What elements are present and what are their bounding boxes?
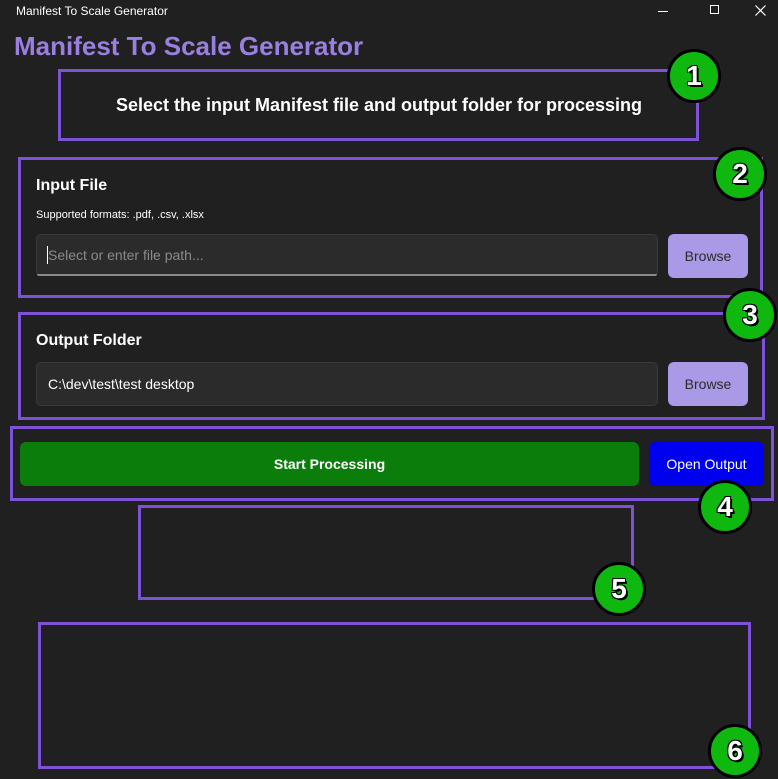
badge-2: 2 [713,147,767,201]
input-file-focus-underline [37,274,657,276]
badge-6: 6 [708,724,762,778]
open-output-button[interactable]: Open Output [649,442,764,486]
input-file-field[interactable] [36,234,658,276]
close-button[interactable] [738,0,778,22]
maximize-icon [710,5,719,14]
input-file-label: Input File [36,177,108,194]
output-folder-label: Output Folder [36,332,142,349]
instruction-text: Select the input Manifest file and outpu… [115,95,643,115]
output-folder-field[interactable] [36,362,658,406]
start-processing-button[interactable]: Start Processing [20,442,639,486]
supported-formats-text: Supported formats: .pdf, .csv, .xlsx [36,209,204,221]
badge-1: 1 [667,49,721,103]
badge-4: 4 [698,480,752,534]
app-window: Manifest To Scale Generator Manifest To … [0,0,778,779]
badge-5: 5 [592,562,646,616]
annotation-box-5 [138,505,634,600]
browse-output-button[interactable]: Browse [668,362,748,406]
minimize-button[interactable] [640,0,686,22]
browse-input-button[interactable]: Browse [668,234,748,278]
maximize-button[interactable] [692,0,738,22]
annotation-box-6 [38,622,751,769]
minimize-icon [658,11,668,12]
badge-3: 3 [723,288,777,342]
app-title: Manifest To Scale Generator [14,31,364,61]
text-caret [47,246,48,264]
annotation-box-2 [18,157,763,298]
title-bar: Manifest To Scale Generator [0,0,778,22]
window-title: Manifest To Scale Generator [16,4,168,18]
close-icon [755,5,766,16]
